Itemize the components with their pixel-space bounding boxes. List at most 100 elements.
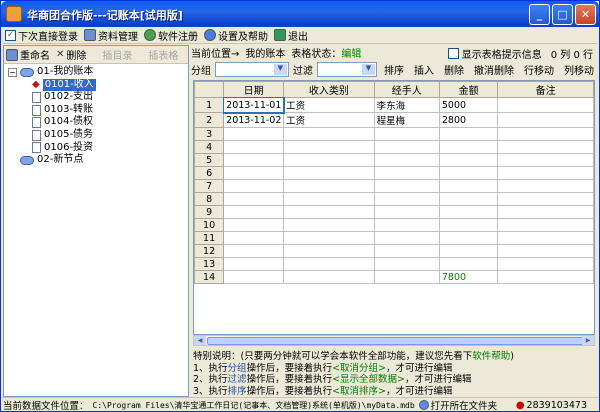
scroll-thumb[interactable] [207, 337, 587, 345]
qq-contact[interactable]: ● 2839103473 [516, 400, 587, 411]
maximize-button[interactable]: □ [552, 4, 573, 25]
column-header[interactable]: 日期 [223, 81, 285, 98]
settings-help-button[interactable]: 设置及帮助 [204, 28, 268, 43]
rename-button[interactable]: 重命名 [6, 47, 50, 62]
table-cell[interactable] [497, 112, 594, 128]
table-cell[interactable] [223, 140, 285, 154]
table-cell[interactable] [283, 153, 375, 167]
column-header[interactable]: 经手人 [373, 81, 440, 98]
table-cell[interactable] [373, 179, 440, 193]
table-cell[interactable] [223, 205, 285, 219]
table-cell[interactable] [223, 153, 285, 167]
table-cell[interactable] [283, 140, 375, 154]
table-row[interactable]: 12 [194, 244, 594, 258]
table-cell[interactable] [283, 205, 375, 219]
table-row[interactable]: 3 [194, 127, 594, 141]
table-cell[interactable] [438, 244, 499, 258]
insert-dir-button[interactable]: 插目录 [102, 47, 132, 62]
table-cell[interactable] [373, 140, 440, 154]
table-cell[interactable] [283, 231, 375, 245]
table-cell[interactable] [438, 179, 499, 193]
table-cell[interactable] [223, 257, 285, 271]
table-cell[interactable] [373, 270, 440, 284]
sort-button[interactable]: 排序 [381, 62, 407, 77]
table-cell[interactable] [223, 218, 285, 232]
table-cell[interactable] [283, 166, 375, 180]
delete-row-button[interactable]: 删除 [441, 62, 467, 77]
data-grid[interactable]: 日期 收入类别 经手人 金额 备注 1 2013-11-01 工资 李东海 5000 2 2… [193, 80, 595, 335]
help-link[interactable]: 软件帮助 [472, 351, 510, 362]
table-cell[interactable] [373, 166, 440, 180]
table-cell[interactable]: 2800 [438, 112, 499, 128]
table-cell[interactable] [438, 192, 499, 206]
column-header[interactable]: 收入类别 [283, 81, 375, 98]
tip-toggle[interactable]: 显示表格提示信息 0 列 0 行 [447, 46, 593, 61]
title-bar[interactable]: 华商团合作版---记账本[试用版] _ □ ✕ [1, 1, 599, 27]
collapse-icon[interactable]: − [8, 67, 17, 77]
table-cell[interactable]: 5000 [438, 97, 499, 113]
table-cell[interactable] [373, 205, 440, 219]
tree-leaf[interactable]: ◆ 0101-收入 [8, 78, 188, 92]
table-cell[interactable] [283, 218, 375, 232]
table-cell[interactable]: 程星梅 [373, 112, 440, 128]
insert-row-button[interactable]: 插入 [411, 62, 437, 77]
table-cell[interactable] [283, 127, 375, 141]
table-cell[interactable] [497, 231, 594, 245]
table-row[interactable]: 4 [194, 140, 594, 154]
group-select[interactable] [215, 62, 289, 77]
table-cell[interactable] [283, 257, 375, 271]
tree-leaf[interactable]: 0105-债务 [8, 129, 188, 142]
table-cell[interactable] [223, 166, 285, 180]
filter-select[interactable] [316, 62, 377, 77]
table-row[interactable]: 10 [194, 218, 594, 232]
table-cell[interactable] [438, 257, 499, 271]
table-cell[interactable] [497, 244, 594, 258]
row-move-button[interactable]: 行移动 [521, 62, 557, 77]
table-cell[interactable] [497, 166, 594, 180]
table-cell[interactable] [497, 192, 594, 206]
table-cell[interactable] [497, 179, 594, 193]
data-manage-button[interactable]: 资料管理 [84, 28, 138, 43]
horizontal-scrollbar[interactable]: ◀ ▶ [193, 335, 595, 346]
table-cell[interactable] [497, 270, 594, 284]
table-cell[interactable] [497, 257, 594, 271]
open-folder-button[interactable]: 打开所在文件夹 [418, 398, 497, 412]
tree-leaf[interactable]: 0103-转账 [8, 104, 188, 117]
table-cell[interactable] [497, 140, 594, 154]
table-cell[interactable] [438, 153, 499, 167]
table-cell[interactable] [373, 153, 440, 167]
table-cell[interactable] [283, 244, 375, 258]
table-cell[interactable] [373, 127, 440, 141]
table-cell[interactable] [438, 205, 499, 219]
column-header[interactable]: 备注 [497, 81, 594, 98]
scroll-left-icon[interactable]: ◀ [194, 336, 206, 345]
table-cell[interactable]: 李东海 [373, 97, 440, 113]
table-cell[interactable]: 2013-11-02 [223, 112, 285, 128]
scroll-right-icon[interactable]: ▶ [582, 336, 594, 345]
table-cell[interactable] [223, 244, 285, 258]
table-row[interactable]: 14 7800 [194, 270, 594, 284]
column-header[interactable]: 金额 [438, 81, 499, 98]
table-cell[interactable]: 7800 [438, 270, 499, 284]
table-cell[interactable] [223, 179, 285, 193]
table-cell[interactable] [497, 153, 594, 167]
table-cell[interactable] [223, 127, 285, 141]
table-row[interactable]: 13 [194, 257, 594, 271]
table-cell[interactable] [283, 270, 375, 284]
table-cell[interactable] [373, 231, 440, 245]
table-cell[interactable] [497, 127, 594, 141]
tree-leaf[interactable]: 0106-投资 [8, 142, 188, 155]
table-cell[interactable] [283, 179, 375, 193]
table-row[interactable]: 11 [194, 231, 594, 245]
table-cell[interactable] [373, 218, 440, 232]
insert-table-button[interactable]: 插表格 [148, 47, 178, 62]
table-cell[interactable] [438, 231, 499, 245]
table-cell[interactable] [373, 244, 440, 258]
table-row[interactable]: 5 [194, 153, 594, 167]
table-cell[interactable] [373, 257, 440, 271]
delete-node-button[interactable]: ✕ 删除 [56, 47, 86, 62]
table-cell[interactable] [438, 140, 499, 154]
table-cell[interactable]: 工资 [283, 97, 375, 113]
tree-leaf[interactable]: 0102-支出 [8, 91, 188, 104]
close-button[interactable]: ✕ [575, 4, 596, 25]
